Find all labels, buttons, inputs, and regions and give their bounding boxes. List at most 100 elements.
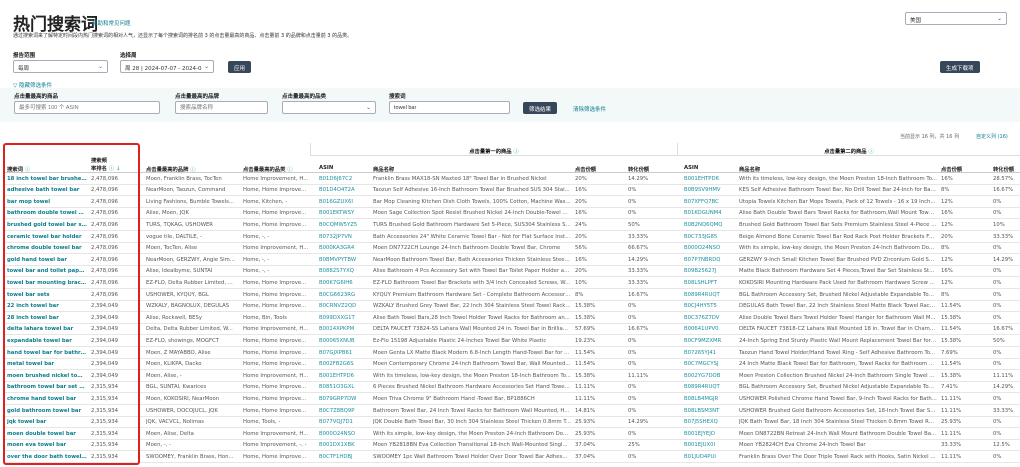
category-filter-select[interactable]: ⌄ xyxy=(282,101,376,114)
asin-link[interactable]: B099DXXG1T xyxy=(319,315,371,321)
product-name: DELTA FAUCET 73818-CZ Lahara Wall Mounte… xyxy=(739,326,937,333)
asin-link[interactable]: B0851O3GXL xyxy=(319,384,371,390)
table-row: expandable towel bar 2,394,049 EZ-FLO, sho… xyxy=(3,335,1020,347)
asin-link[interactable]: B01D6J67C2 xyxy=(319,176,371,182)
click-share: 20% xyxy=(575,175,587,182)
asin-link[interactable]: B07265YJ41 xyxy=(684,350,736,356)
product-name: Moen YB2818BN Eva Collection Transitiona… xyxy=(373,442,568,449)
asin-link[interactable]: B01KOGUNM4 xyxy=(684,210,736,216)
col-asin-1[interactable]: ASIN xyxy=(319,165,333,171)
brand-filter-input[interactable] xyxy=(175,101,268,114)
asin-link[interactable]: B001EHTPD6 xyxy=(684,176,736,182)
asin-link[interactable]: B07XFFQ7BC xyxy=(684,199,736,205)
asin-link[interactable]: B0732JP7VN xyxy=(319,234,371,240)
asin-link[interactable]: B00K7G6IH6 xyxy=(319,280,371,286)
asin-link[interactable]: B0C733JG85 xyxy=(684,234,736,240)
top-categories: Home, Home Improve... xyxy=(243,279,307,286)
asin-link[interactable]: B0BMVPYTBW xyxy=(319,257,371,263)
asin-link[interactable]: B08LB4MGJR xyxy=(684,396,736,402)
asin-link[interactable]: B079GRP7DW xyxy=(319,396,371,402)
top-brands: Moen, Alise, - xyxy=(146,372,182,379)
click-share: 11.11% xyxy=(941,395,962,402)
asin-link[interactable]: B08LBSM3NT xyxy=(684,408,736,414)
asin-link[interactable]: B089R4RUQT xyxy=(684,384,736,390)
conversion-share: 0% xyxy=(993,268,1002,275)
asin-link[interactable]: B000KA3GR4 xyxy=(319,245,371,251)
top-categories: Home Improvement, H... xyxy=(243,430,309,437)
asin-link[interactable]: B0B2NQ6QMQ xyxy=(684,222,736,228)
asin-link[interactable]: B07P7NBRDQ xyxy=(684,257,736,263)
generate-download-button[interactable]: 生成下载项 xyxy=(940,61,980,73)
asin-link[interactable]: B002FB2G6S xyxy=(319,361,371,367)
table-row: adhesive bath towel bar 2,478,096 NearMoon… xyxy=(3,185,1020,197)
asin-link[interactable]: B0CQMW5YZ5 xyxy=(319,222,371,228)
top-brands: Alise, Idealbyme, SUNTAI xyxy=(146,268,213,275)
asin-link[interactable]: B00065XNUB xyxy=(319,338,371,344)
asin-link[interactable]: B0B9SV9HMV xyxy=(684,187,736,193)
asin-link[interactable]: B07GJXPB61 xyxy=(319,350,371,356)
top-categories: Home, Home Improve... xyxy=(243,303,307,310)
asin-link[interactable]: B08LSHLPFT xyxy=(684,280,736,286)
search-term-input[interactable] xyxy=(389,101,510,114)
asin-link[interactable]: B0C376Z7DV xyxy=(684,315,736,321)
asin-link[interactable]: B01JUD4PUI xyxy=(684,454,736,460)
asin-link[interactable]: B0CJ4HY5T5 xyxy=(684,303,736,309)
chevron-down-icon: ⌄ xyxy=(996,15,1002,22)
asin-link[interactable]: B001EJYEJO xyxy=(684,431,736,437)
conversion-share: 0% xyxy=(993,291,1002,298)
asin-link[interactable]: B01D4O4T2A xyxy=(319,187,371,193)
chevron-down-icon: ⌄ xyxy=(203,63,209,70)
asin-filter-input[interactable] xyxy=(14,101,160,114)
filter-results-button[interactable]: 筛选结果 xyxy=(523,102,558,114)
top-brands: Living Fashions, Bumble Towels... xyxy=(146,198,234,205)
asin-link[interactable]: B001EJUX0I xyxy=(684,442,736,448)
week-select[interactable]: 周 28 | 2024-07-07 - 2024-0 ⌄ xyxy=(120,60,214,73)
product-name: Alise Bathroom 4 Pcs Accessory Set with … xyxy=(373,268,571,275)
top-categories: Home, Home Improve... xyxy=(243,291,307,298)
table-row: 18 inch towel bar brushed n 2,478,096 Moen… xyxy=(3,173,1020,185)
asin-link[interactable]: B0CF9MZXMR xyxy=(684,338,736,344)
product-name: DEGULAS Bath Towel Bar, 22 Inch Stainles… xyxy=(739,303,937,310)
asin-link[interactable]: B001EKTWSY xyxy=(319,210,371,216)
asin-link[interactable]: B000O24NSO xyxy=(319,431,371,437)
asin-link[interactable]: B0C7MGCYSJ xyxy=(684,361,736,367)
conversion-share: 10% xyxy=(993,221,1005,228)
clear-filters-link[interactable]: 清除筛选条件 xyxy=(573,105,606,113)
asin-link[interactable]: B0C7Z8BQ9P xyxy=(319,408,371,414)
chevron-down-icon: ⌄ xyxy=(97,63,103,70)
product-name: SWOOMEY 1pc Wall Bathroom Towel Holder O… xyxy=(373,453,568,460)
click-share: 7.69% xyxy=(941,349,958,356)
asin-link[interactable]: B00641UPV0 xyxy=(684,326,736,332)
report-range-select[interactable]: 每周 ⌄ xyxy=(13,60,108,73)
table-row: towel bar mounting bracket 2,478,096 EZ-FL… xyxy=(3,277,1020,289)
asin-link[interactable]: B016GZUX6I xyxy=(319,199,371,205)
info-icon[interactable]: ⓘ xyxy=(513,149,518,155)
asin-link[interactable]: B09B25627J xyxy=(684,268,736,274)
asin-link[interactable]: B002YG7DOB xyxy=(684,373,736,379)
conversion-share: 50% xyxy=(628,221,640,228)
asin-link[interactable]: B0014XPKPM xyxy=(319,326,371,332)
product-name: KYQUY Premium Bathroom Hardware Set - Co… xyxy=(373,291,571,298)
asin-link[interactable]: B001EHTPD6 xyxy=(319,373,371,379)
asin-link[interactable]: B000O24NSO xyxy=(684,245,736,251)
marketplace-select[interactable]: 美国 ⌄ xyxy=(905,12,1007,25)
customize-columns-link[interactable]: 自定义列 (16) xyxy=(976,133,1008,140)
asin-link[interactable]: B077VQJ7D1 xyxy=(319,419,371,425)
help-link[interactable]: 帮助和常见问题 xyxy=(92,19,131,27)
asin-link[interactable]: B0CG6623RG xyxy=(319,292,371,298)
top-categories: Home, Home Improve... xyxy=(243,210,307,217)
table-row: ceramic towel bar holder 2,478,096 vogue t… xyxy=(3,231,1020,243)
product-name: Ez-Flo 15198 Adjustable Plastic 24-Inche… xyxy=(373,337,547,344)
asin-link[interactable]: B0882S7YXQ xyxy=(319,268,371,274)
top-categories: Home, Tools, - xyxy=(243,419,281,426)
asin-link[interactable]: B0CTF1HDBJ xyxy=(319,454,371,460)
apply-button[interactable]: 应用 xyxy=(228,61,252,73)
asin-link[interactable]: B07J5SHEXQ xyxy=(684,419,736,425)
conversion-share: 0% xyxy=(993,210,1002,217)
asin-link[interactable]: B0CRNVZ2QD xyxy=(319,303,371,309)
top-categories: Home, Home Improve... xyxy=(243,384,307,391)
asin-link[interactable]: B089R4RUQT xyxy=(684,292,736,298)
asin-link[interactable]: B001DX1XBK xyxy=(319,442,371,448)
col-asin-2[interactable]: ASIN xyxy=(684,165,698,171)
info-icon[interactable]: ⓘ xyxy=(868,149,873,155)
